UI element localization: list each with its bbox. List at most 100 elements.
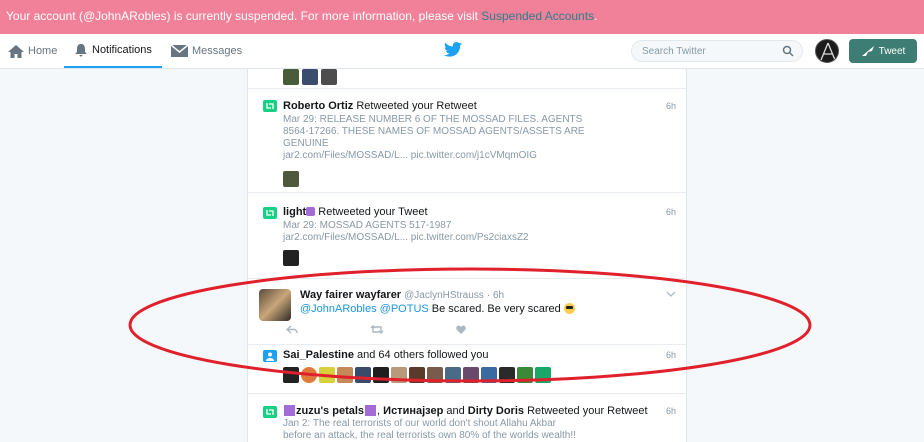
timestamp[interactable]: 6h [666, 207, 676, 217]
profile-avatar[interactable] [815, 39, 839, 63]
retweeter-thumbnails [283, 250, 299, 266]
thumbnail[interactable] [283, 69, 299, 85]
conjunction: and [443, 405, 468, 417]
mention-link[interactable]: @POTUS [380, 303, 429, 315]
body-line: jar2.com/Files/MOSSAD/L... pic.twitter.c… [283, 150, 537, 161]
reply-icon[interactable] [286, 325, 298, 334]
tweet-button[interactable]: Tweet [849, 39, 917, 63]
search-placeholder: Search Twitter [642, 46, 706, 57]
follower-thumbnails [283, 69, 337, 85]
thumbnail[interactable] [283, 171, 299, 187]
tweet-body: Mar 29: RELEASE NUMBER 6 OF THE MOSSAD F… [283, 114, 643, 162]
thumbnail[interactable] [535, 367, 551, 383]
banner-end: . [594, 9, 598, 23]
thumbnail[interactable] [373, 367, 389, 383]
thumbnail[interactable] [337, 367, 353, 383]
notification-action: Retweeted your Retweet [524, 405, 648, 417]
nav-home-label: Home [28, 45, 58, 57]
tweet-body: Jan 2: The real terrorists of our world … [283, 418, 673, 442]
search-icon[interactable] [782, 45, 794, 57]
avatar-logo-icon [820, 42, 836, 61]
tweet-actions [286, 325, 466, 334]
notification-action: and 64 others followed you [353, 349, 489, 361]
user-name[interactable]: zuzu's petals [296, 405, 364, 417]
user-name[interactable]: Way fairer wayfarer [300, 289, 401, 301]
purple-cross-icon [284, 405, 295, 416]
tweet-header: Way fairer wayfarer @JaclynHStrauss · 6h [300, 289, 504, 301]
thumbnail[interactable] [283, 367, 299, 383]
thumbnail[interactable] [302, 69, 318, 85]
timestamp[interactable]: 6h [666, 406, 676, 416]
bell-icon [75, 44, 87, 57]
notification-header: zuzu's petals, Истинаjзер and Dirty Dori… [283, 405, 648, 417]
thumbnail[interactable] [283, 250, 299, 266]
body-line: GENUINE [283, 138, 329, 149]
timestamp[interactable]: · 6h [487, 290, 504, 301]
user-handle[interactable]: @JaclynHStrauss [404, 290, 484, 301]
thumbnail[interactable] [445, 367, 461, 383]
tweet-body: Mar 29: MOSSAD AGENTS 517-1987 jar2.com/… [283, 220, 643, 244]
retweet-icon [263, 100, 277, 112]
retweet-icon [263, 406, 277, 418]
search-input[interactable]: Search Twitter [631, 40, 803, 62]
mention-tweet[interactable]: Way fairer wayfarer @JaclynHStrauss · 6h… [248, 279, 686, 345]
follow-person-icon [263, 350, 277, 362]
tweet-text-body: Be scared. Be very scared [428, 303, 564, 315]
twitter-bird-icon[interactable] [444, 42, 462, 57]
envelope-icon [171, 45, 188, 57]
purple-heart-icon [306, 207, 316, 216]
thumbnail[interactable] [319, 367, 335, 383]
list-item[interactable]: Roberto Ortiz Retweeted your Retweet 6h … [248, 90, 686, 193]
timestamp[interactable]: 6h [666, 101, 676, 111]
retweeter-thumbnails [283, 171, 299, 187]
notification-header: light Retweeted your Tweet [283, 206, 428, 218]
list-item[interactable]: zuzu's petals, Истинаjзер and Dirty Dori… [248, 394, 686, 442]
retweet-action-icon[interactable] [370, 325, 384, 334]
user-name[interactable]: Sai_Palestine [283, 349, 354, 361]
list-item[interactable]: Sai_Palestine and 64 others followed you… [248, 345, 686, 394]
thumbnail[interactable] [321, 69, 337, 85]
thumbnail[interactable] [463, 367, 479, 383]
user-name[interactable]: Dirty Doris [468, 405, 524, 417]
notification-header: Sai_Palestine and 64 others followed you [283, 349, 488, 361]
avatar[interactable] [259, 289, 291, 321]
nav-messages-label: Messages [192, 45, 243, 57]
body-line: Jan 2: The real terrorists of our world … [283, 418, 556, 429]
list-item[interactable]: light Retweeted your Tweet 6h Mar 29: MO… [248, 193, 686, 279]
mention-link[interactable]: @JohnARobles [300, 303, 377, 315]
compose-quill-icon [861, 46, 874, 56]
notifications-stream: Roberto Ortiz Retweeted your Retweet 6h … [247, 69, 687, 442]
sunglasses-emoji-icon [563, 303, 575, 314]
user-name[interactable]: Истинаjзер [383, 405, 443, 417]
nav-messages[interactable]: Messages [171, 34, 242, 68]
follower-thumbnails [283, 367, 551, 383]
nav-home[interactable]: Home [8, 34, 57, 68]
nav-notifications-label: Notifications [92, 44, 152, 56]
timestamp[interactable]: 6h [666, 350, 676, 360]
banner-text: Your account (@JohnARobles) is currently… [6, 9, 482, 23]
thumbnail[interactable] [481, 367, 497, 383]
body-line: jar2.com/Files/MOSSAD/L... pic.twitter.c… [283, 232, 529, 243]
thumbnail[interactable] [355, 367, 371, 383]
notification-action: Retweeted your Retweet [353, 100, 477, 112]
home-icon [8, 44, 24, 58]
thumbnail[interactable] [427, 367, 443, 383]
user-name[interactable]: light [283, 206, 306, 218]
chevron-down-icon[interactable] [666, 291, 676, 297]
tweet-text: @JohnARobles @POTUS Be scared. Be very s… [300, 303, 575, 315]
suspended-accounts-link[interactable]: Suspended Accounts [481, 9, 594, 23]
top-nav: Home Notifications Messages Search Twitt… [0, 34, 924, 69]
thumbnail[interactable] [409, 367, 425, 383]
thumbnail[interactable] [301, 367, 317, 383]
purple-cross-icon [365, 405, 377, 416]
thumbnail[interactable] [517, 367, 533, 383]
heart-icon[interactable] [456, 325, 466, 334]
body-line: 8564-17266. THESE NAMES OF MOSSAD AGENTS… [283, 126, 585, 137]
body-line: before an attack, the real terrorists ow… [283, 430, 576, 441]
user-name[interactable]: Roberto Ortiz [283, 100, 353, 112]
thumbnail[interactable] [499, 367, 515, 383]
retweet-icon [263, 207, 277, 219]
list-item[interactable] [248, 69, 686, 89]
nav-notifications[interactable]: Notifications [64, 34, 162, 68]
thumbnail[interactable] [391, 367, 407, 383]
